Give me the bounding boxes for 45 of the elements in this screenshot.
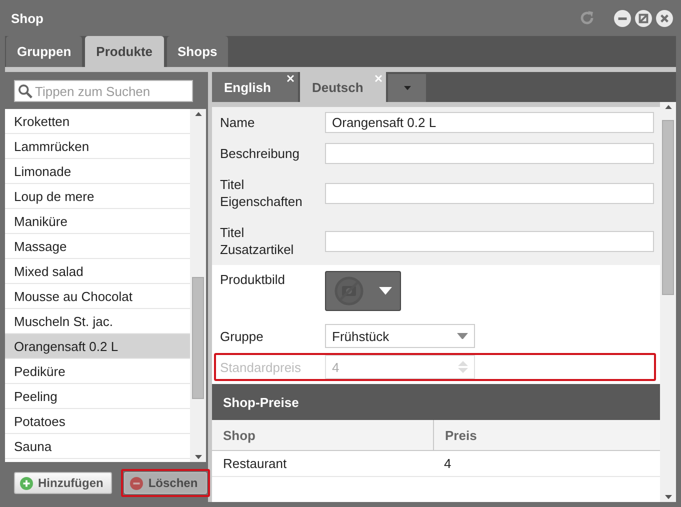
section-header: Shop-Preise (212, 384, 660, 420)
search-field[interactable]: Tippen zum Suchen (14, 80, 193, 102)
minimize-icon[interactable] (614, 10, 631, 26)
scrollbar[interactable] (190, 109, 206, 462)
tab[interactable]: Shops (166, 36, 228, 67)
text-field[interactable] (325, 230, 654, 252)
text-field[interactable]: Orangensaft 0.2 L (325, 112, 654, 133)
scroll-down-icon[interactable] (664, 494, 672, 499)
close-icon[interactable] (656, 10, 673, 26)
caret-icon[interactable] (404, 86, 410, 90)
tab[interactable]: Produkte (85, 36, 164, 67)
scroll-down-icon[interactable] (194, 454, 202, 459)
refresh-icon[interactable] (578, 9, 596, 27)
language-tab[interactable]: Deutsch (300, 72, 386, 102)
window-title: Shop (11, 10, 44, 26)
text-field[interactable] (325, 182, 654, 204)
list-item[interactable]: Orangensaft 0.2 L (5, 334, 190, 359)
close-icon[interactable] (287, 75, 294, 82)
scroll-up-icon[interactable] (194, 112, 202, 116)
field-label: Name (220, 114, 256, 131)
table-cell-text: 4 (443, 455, 452, 473)
field-label: Gruppe (220, 328, 264, 344)
search-icon (18, 84, 33, 98)
language-tab[interactable]: English (212, 72, 298, 102)
text-field[interactable] (325, 143, 654, 164)
plus-icon (20, 476, 33, 490)
maximize-icon[interactable] (635, 10, 652, 26)
caret-icon[interactable] (457, 332, 468, 340)
field-label: Standardpreis (220, 358, 302, 376)
group-select[interactable]: Frühstück (325, 324, 475, 348)
field-label: Produktbild (220, 271, 286, 288)
no-camera-icon (334, 276, 364, 306)
tab[interactable]: Gruppen (6, 36, 82, 67)
column-header[interactable]: Shop (212, 420, 434, 450)
table-cell-text: Restaurant (222, 455, 288, 473)
column-header[interactable]: Preis (434, 420, 660, 450)
scroll-up-icon[interactable] (664, 105, 672, 110)
spinner-icon (458, 360, 468, 374)
minus-icon (130, 476, 144, 490)
caret-icon[interactable] (379, 287, 392, 295)
field-label: Beschreibung (220, 145, 300, 162)
field-label: Titel Zusatzartikel (220, 224, 295, 258)
scrollbar[interactable] (660, 102, 676, 502)
add-button[interactable]: Hinzufügen (14, 472, 112, 494)
field-label: Titel Eigenschaften (220, 176, 304, 210)
